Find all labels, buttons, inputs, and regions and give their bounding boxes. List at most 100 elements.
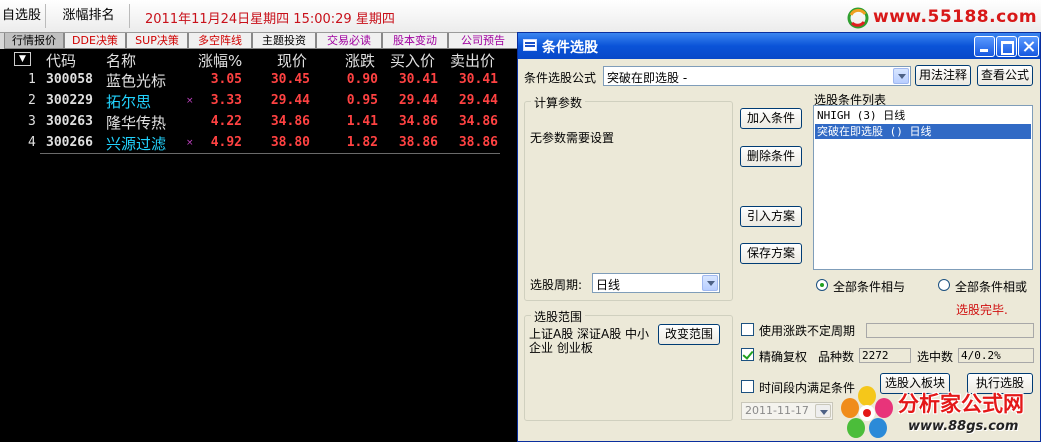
price: 34.86	[270, 114, 310, 129]
ask-price: 38.86	[458, 135, 498, 150]
stock-code: 300266	[46, 135, 93, 150]
save-scheme-button[interactable]: 保存方案	[740, 243, 802, 264]
formula-label: 条件选股公式	[524, 71, 597, 85]
list-item[interactable]: NHIGH (3) 日线	[815, 108, 1031, 123]
header-ask[interactable]: 卖出价	[450, 50, 495, 71]
exact-adjust-checkbox[interactable]	[741, 348, 754, 361]
usage-notes-button[interactable]: 用法注释	[915, 65, 971, 86]
count-label: 品种数	[818, 350, 855, 364]
stock-name: 兴源过滤	[106, 135, 167, 153]
table-row[interactable]: 4 300266 兴源过滤 × 4.92 38.80 1.82 38.86 38…	[0, 133, 517, 154]
bid-price: 34.86	[398, 114, 438, 129]
site-logo[interactable]: www.55188.com	[846, 6, 1038, 30]
header-change[interactable]: 涨跌	[345, 50, 375, 71]
selected-count-value: 4/0.2%	[958, 348, 1034, 363]
bid-price: 38.86	[398, 135, 438, 150]
row-index: 1	[28, 72, 36, 87]
tab-share-change[interactable]: 股本变动	[382, 33, 448, 49]
count-value: 2272	[859, 348, 911, 363]
row-index: 3	[28, 114, 36, 129]
stock-name: 隆华传热	[106, 114, 167, 132]
radio-all-or[interactable]	[938, 279, 950, 291]
stock-name: 拓尔思	[106, 93, 152, 111]
price: 29.44	[270, 93, 310, 108]
gain-ranking-button[interactable]: 涨幅排名	[48, 4, 130, 28]
row-index: 4	[28, 135, 36, 150]
radio-all-or-label: 全部条件相或	[955, 280, 1028, 294]
header-name[interactable]: 名称	[106, 50, 136, 71]
tab-long-short[interactable]: 多空阵线	[188, 33, 252, 49]
sort-dropdown-icon[interactable]: ▼	[14, 52, 31, 66]
change-scope-button[interactable]: 改变范围	[658, 324, 720, 345]
table-row[interactable]: 3 300263 隆华传热 4.22 34.86 1.41 34.86 34.8…	[0, 112, 517, 133]
stock-code: 300229	[46, 93, 93, 108]
quote-table-header: ▼ 代码 名称 涨幅% 现价 涨跌 买入价 卖出价	[0, 49, 517, 70]
self-select-button[interactable]: 自选股	[0, 4, 46, 28]
top-toolbar: 自选股 涨幅排名 2011年11月24日星期四 15:00:29 星期四 www…	[0, 0, 1041, 33]
row-index: 2	[28, 93, 36, 108]
selected-row-underline	[40, 153, 500, 154]
change: 0.90	[346, 72, 378, 87]
header-code[interactable]: 代码	[46, 50, 76, 71]
dialog-titlebar[interactable]: 条件选股	[518, 33, 1040, 59]
tab-sup[interactable]: SUP决策	[126, 33, 188, 49]
marker-icon: ×	[186, 96, 194, 106]
minimize-button[interactable]	[974, 36, 995, 57]
list-item[interactable]: 突破在即选股 () 日线	[815, 124, 1031, 139]
maximize-button[interactable]	[996, 36, 1017, 57]
change: 1.41	[346, 114, 378, 129]
radio-all-and-label: 全部条件相与	[833, 280, 906, 294]
scope-group-title: 选股范围	[531, 308, 586, 325]
view-formula-button[interactable]: 查看公式	[977, 65, 1033, 86]
delete-condition-button[interactable]: 删除条件	[740, 146, 802, 167]
params-text: 无参数需要设置	[530, 131, 615, 145]
close-button[interactable]	[1018, 36, 1039, 57]
watermark-logo: 分析家公式网 www.88gs.com	[838, 384, 1041, 442]
tab-theme-invest[interactable]: 主题投资	[252, 33, 316, 49]
condition-stock-picker-dialog: 条件选股 条件选股公式 突破在即选股 - 用法注释 查看公式 计算参数 无参数需…	[517, 32, 1041, 442]
date-time-display: 2011年11月24日星期四 15:00:29 星期四	[145, 12, 395, 27]
price: 30.45	[270, 72, 310, 87]
quote-table: ▼ 代码 名称 涨幅% 现价 涨跌 买入价 卖出价 1 300058 蓝色光标 …	[0, 49, 517, 154]
table-row[interactable]: 2 300229 拓尔思 × 3.33 29.44 0.95 29.44 29.…	[0, 91, 517, 112]
watermark-url: www.88gs.com	[908, 419, 1019, 434]
condition-list[interactable]: NHIGH (3) 日线 突破在即选股 () 日线	[813, 105, 1033, 270]
price: 38.80	[270, 135, 310, 150]
header-pct-change[interactable]: 涨幅%	[198, 50, 242, 71]
use-variable-period-checkbox[interactable]	[741, 323, 754, 336]
date-picker[interactable]: 2011-11-17	[741, 402, 833, 420]
dialog-title: 条件选股	[542, 40, 598, 56]
tab-dde[interactable]: DDE决策	[64, 33, 126, 49]
add-condition-button[interactable]: 加入条件	[740, 108, 802, 129]
import-scheme-button[interactable]: 引入方案	[740, 206, 802, 227]
selected-count-label: 选中数	[917, 350, 954, 364]
bid-price: 29.44	[398, 93, 438, 108]
chevron-down-icon[interactable]	[702, 275, 718, 291]
formula-select[interactable]: 突破在即选股 -	[603, 66, 911, 86]
params-group-title: 计算参数	[531, 94, 586, 111]
stock-code: 300058	[46, 72, 93, 87]
site-url: www.55188.com	[873, 7, 1038, 27]
ask-price: 29.44	[458, 93, 498, 108]
tab-trade-must-read[interactable]: 交易必读	[316, 33, 382, 49]
table-row[interactable]: 1 300058 蓝色光标 3.05 30.45 0.90 30.41 30.4…	[0, 70, 517, 91]
stock-code: 300263	[46, 114, 93, 129]
watermark-title: 分析家公式网	[898, 392, 1024, 416]
variable-period-field	[866, 323, 1034, 338]
period-value: 日线	[596, 278, 621, 292]
exact-adjust-label: 精确复权	[759, 350, 808, 364]
radio-all-and[interactable]	[816, 279, 828, 291]
time-range-checkbox[interactable]	[741, 380, 754, 393]
tab-quotes[interactable]: 行情报价	[4, 33, 64, 49]
chevron-down-icon[interactable]	[815, 404, 831, 418]
period-select[interactable]: 日线	[592, 273, 720, 293]
status-text: 选股完毕.	[956, 303, 1008, 317]
change: 1.82	[346, 135, 378, 150]
chevron-down-icon[interactable]	[893, 68, 909, 84]
pct-change: 4.22	[210, 114, 242, 129]
header-bid[interactable]: 买入价	[390, 50, 435, 71]
tab-company-forecast[interactable]: 公司预告	[448, 33, 518, 49]
header-price[interactable]: 现价	[277, 50, 307, 71]
change: 0.95	[346, 93, 378, 108]
market-tab-bar: 行情报价 DDE决策 SUP决策 多空阵线 主题投资 交易必读 股本变动 公司预…	[0, 33, 520, 49]
